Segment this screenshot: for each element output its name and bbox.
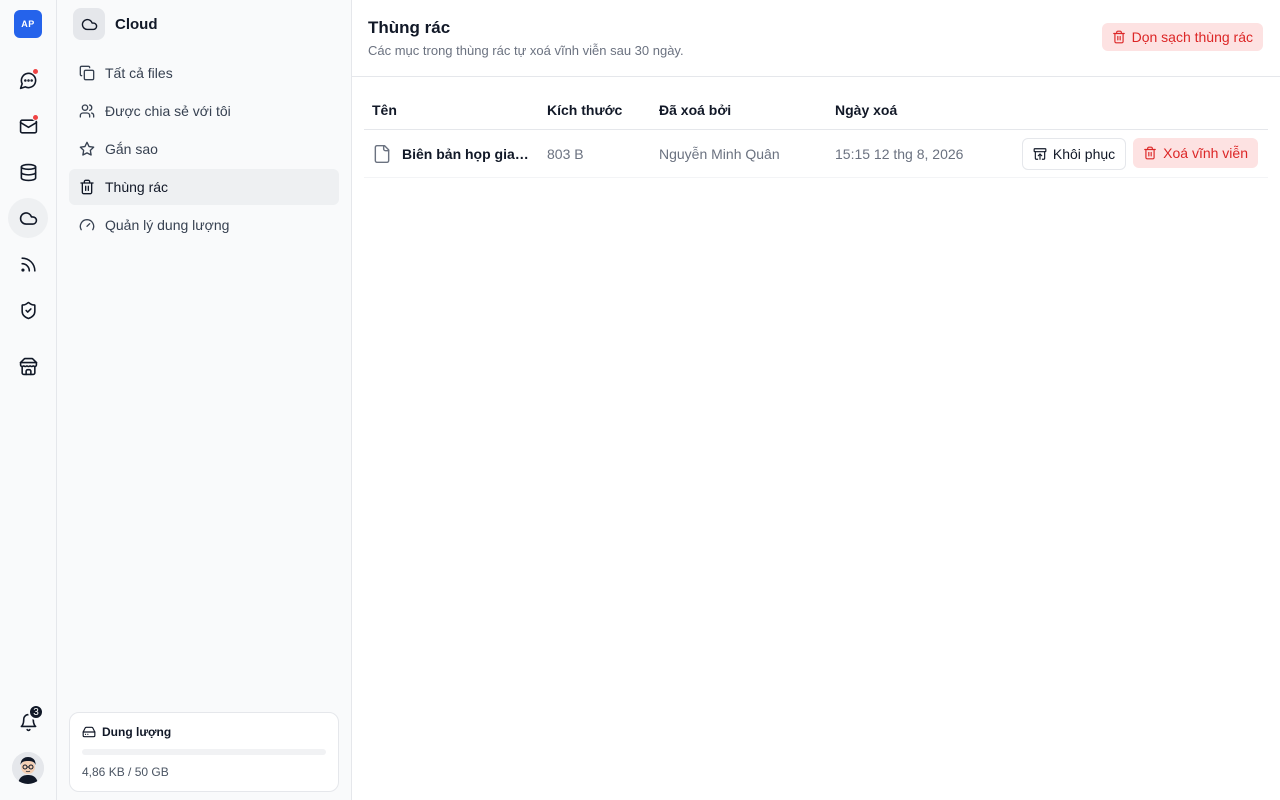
rail-database-button[interactable]	[8, 152, 48, 192]
column-header-size[interactable]: Kích thước	[547, 102, 659, 118]
rail-notifications-button[interactable]: 3	[8, 702, 48, 742]
sidebar-title: Cloud	[115, 15, 158, 33]
sidebar-item-starred[interactable]: Gắn sao	[69, 131, 339, 167]
star-icon	[79, 141, 95, 156]
shield-check-icon	[20, 301, 36, 319]
sidebar-item-label: Gắn sao	[105, 141, 158, 157]
storage-card-header: Dung lượng	[82, 725, 326, 739]
hard-drive-icon	[82, 726, 96, 738]
rail-cloud-button[interactable]	[8, 198, 48, 238]
database-icon	[20, 163, 36, 181]
rail-mail-button[interactable]	[8, 106, 48, 146]
row-actions: Khôi phục Xoá vĩnh viễn	[1010, 137, 1268, 170]
files-icon	[79, 65, 95, 81]
trash-table: Tên Kích thước Đã xoá bởi Ngày xoá Biên …	[364, 90, 1268, 178]
file-name-cell: Biên bản họp giao ban	[364, 144, 547, 164]
chat-unread-dot	[32, 68, 39, 75]
sidebar-item-label: Được chia sẻ với tôi	[105, 103, 231, 119]
cloud-sidebar: Cloud Tất cả files Được chia sẻ với tôi …	[57, 0, 352, 800]
deleted-at: 15:15 12 thg 8, 2026	[835, 145, 964, 162]
sidebar-cloud-icon-box	[73, 8, 105, 40]
user-avatar[interactable]	[12, 752, 44, 784]
column-header-name[interactable]: Tên	[364, 102, 547, 118]
storage-progress-bar	[82, 749, 326, 755]
deleted-by: Nguyễn Minh Quân	[659, 145, 780, 162]
trash-main: Thùng rác Các mục trong thùng rác tự xoá…	[352, 0, 1280, 800]
file-name: Biên bản họp giao ban	[402, 145, 532, 162]
rail-security-button[interactable]	[8, 290, 48, 330]
rail-rss-button[interactable]	[8, 244, 48, 284]
cloud-icon	[81, 18, 97, 30]
trash-icon	[1112, 30, 1125, 44]
app-rail: AP 3	[0, 0, 57, 800]
file-size: 803 B	[547, 145, 584, 162]
sidebar-item-all-files[interactable]: Tất cả files	[69, 55, 339, 91]
storage-card: Dung lượng 4,86 KB / 50 GB	[69, 712, 339, 792]
empty-trash-button[interactable]: Dọn sạch thùng rác	[1101, 23, 1263, 51]
trash-icon	[80, 179, 94, 195]
sidebar-item-trash[interactable]: Thùng rác	[69, 169, 339, 205]
sidebar-item-label: Quản lý dung lượng	[105, 217, 230, 233]
delete-forever-label: Xoá vĩnh viễn	[1163, 144, 1248, 161]
storage-label: Dung lượng	[102, 725, 172, 739]
storage-usage-text: 4,86 KB / 50 GB	[82, 765, 169, 779]
users-icon	[79, 104, 95, 118]
restore-label: Khôi phục	[1052, 145, 1116, 162]
archive-restore-icon	[1033, 147, 1047, 160]
gauge-icon	[79, 219, 95, 231]
sidebar-item-storage-management[interactable]: Quản lý dung lượng	[69, 207, 339, 243]
rail-chat-button[interactable]	[8, 60, 48, 100]
column-header-deleted-at[interactable]: Ngày xoá	[835, 102, 1010, 118]
delete-forever-button[interactable]: Xoá vĩnh viễn	[1133, 137, 1258, 168]
column-header-deleted-by[interactable]: Đã xoá bởi	[659, 102, 835, 118]
rss-icon	[20, 256, 36, 272]
sidebar-item-label: Tất cả files	[105, 65, 173, 81]
avatar-illustration	[12, 752, 44, 784]
rail-store-button[interactable]	[8, 346, 48, 386]
page-header: Thùng rác Các mục trong thùng rác tự xoá…	[352, 0, 1280, 77]
sidebar-item-label: Thùng rác	[105, 179, 169, 195]
sidebar-item-shared-with-me[interactable]: Được chia sẻ với tôi	[69, 93, 339, 129]
workspace-logo[interactable]: AP	[14, 10, 42, 38]
restore-button[interactable]: Khôi phục	[1021, 137, 1127, 170]
notification-count-badge: 3	[28, 704, 44, 720]
table-row[interactable]: Biên bản họp giao ban 803 B Nguyễn Minh …	[364, 130, 1268, 178]
empty-trash-label: Dọn sạch thùng rác	[1131, 29, 1253, 45]
table-header: Tên Kích thước Đã xoá bởi Ngày xoá	[364, 90, 1268, 130]
file-icon	[374, 144, 390, 163]
cloud-icon	[19, 211, 37, 225]
trash-icon	[1144, 146, 1156, 159]
sidebar-header: Cloud	[57, 0, 351, 48]
store-icon	[19, 357, 37, 375]
sidebar-nav: Tất cả files Được chia sẻ với tôi Gắn sa…	[57, 55, 351, 243]
mail-unread-dot	[32, 114, 39, 121]
app-root: AP 3 Cloud Tất cả files Được chia sẻ với…	[0, 0, 1280, 800]
